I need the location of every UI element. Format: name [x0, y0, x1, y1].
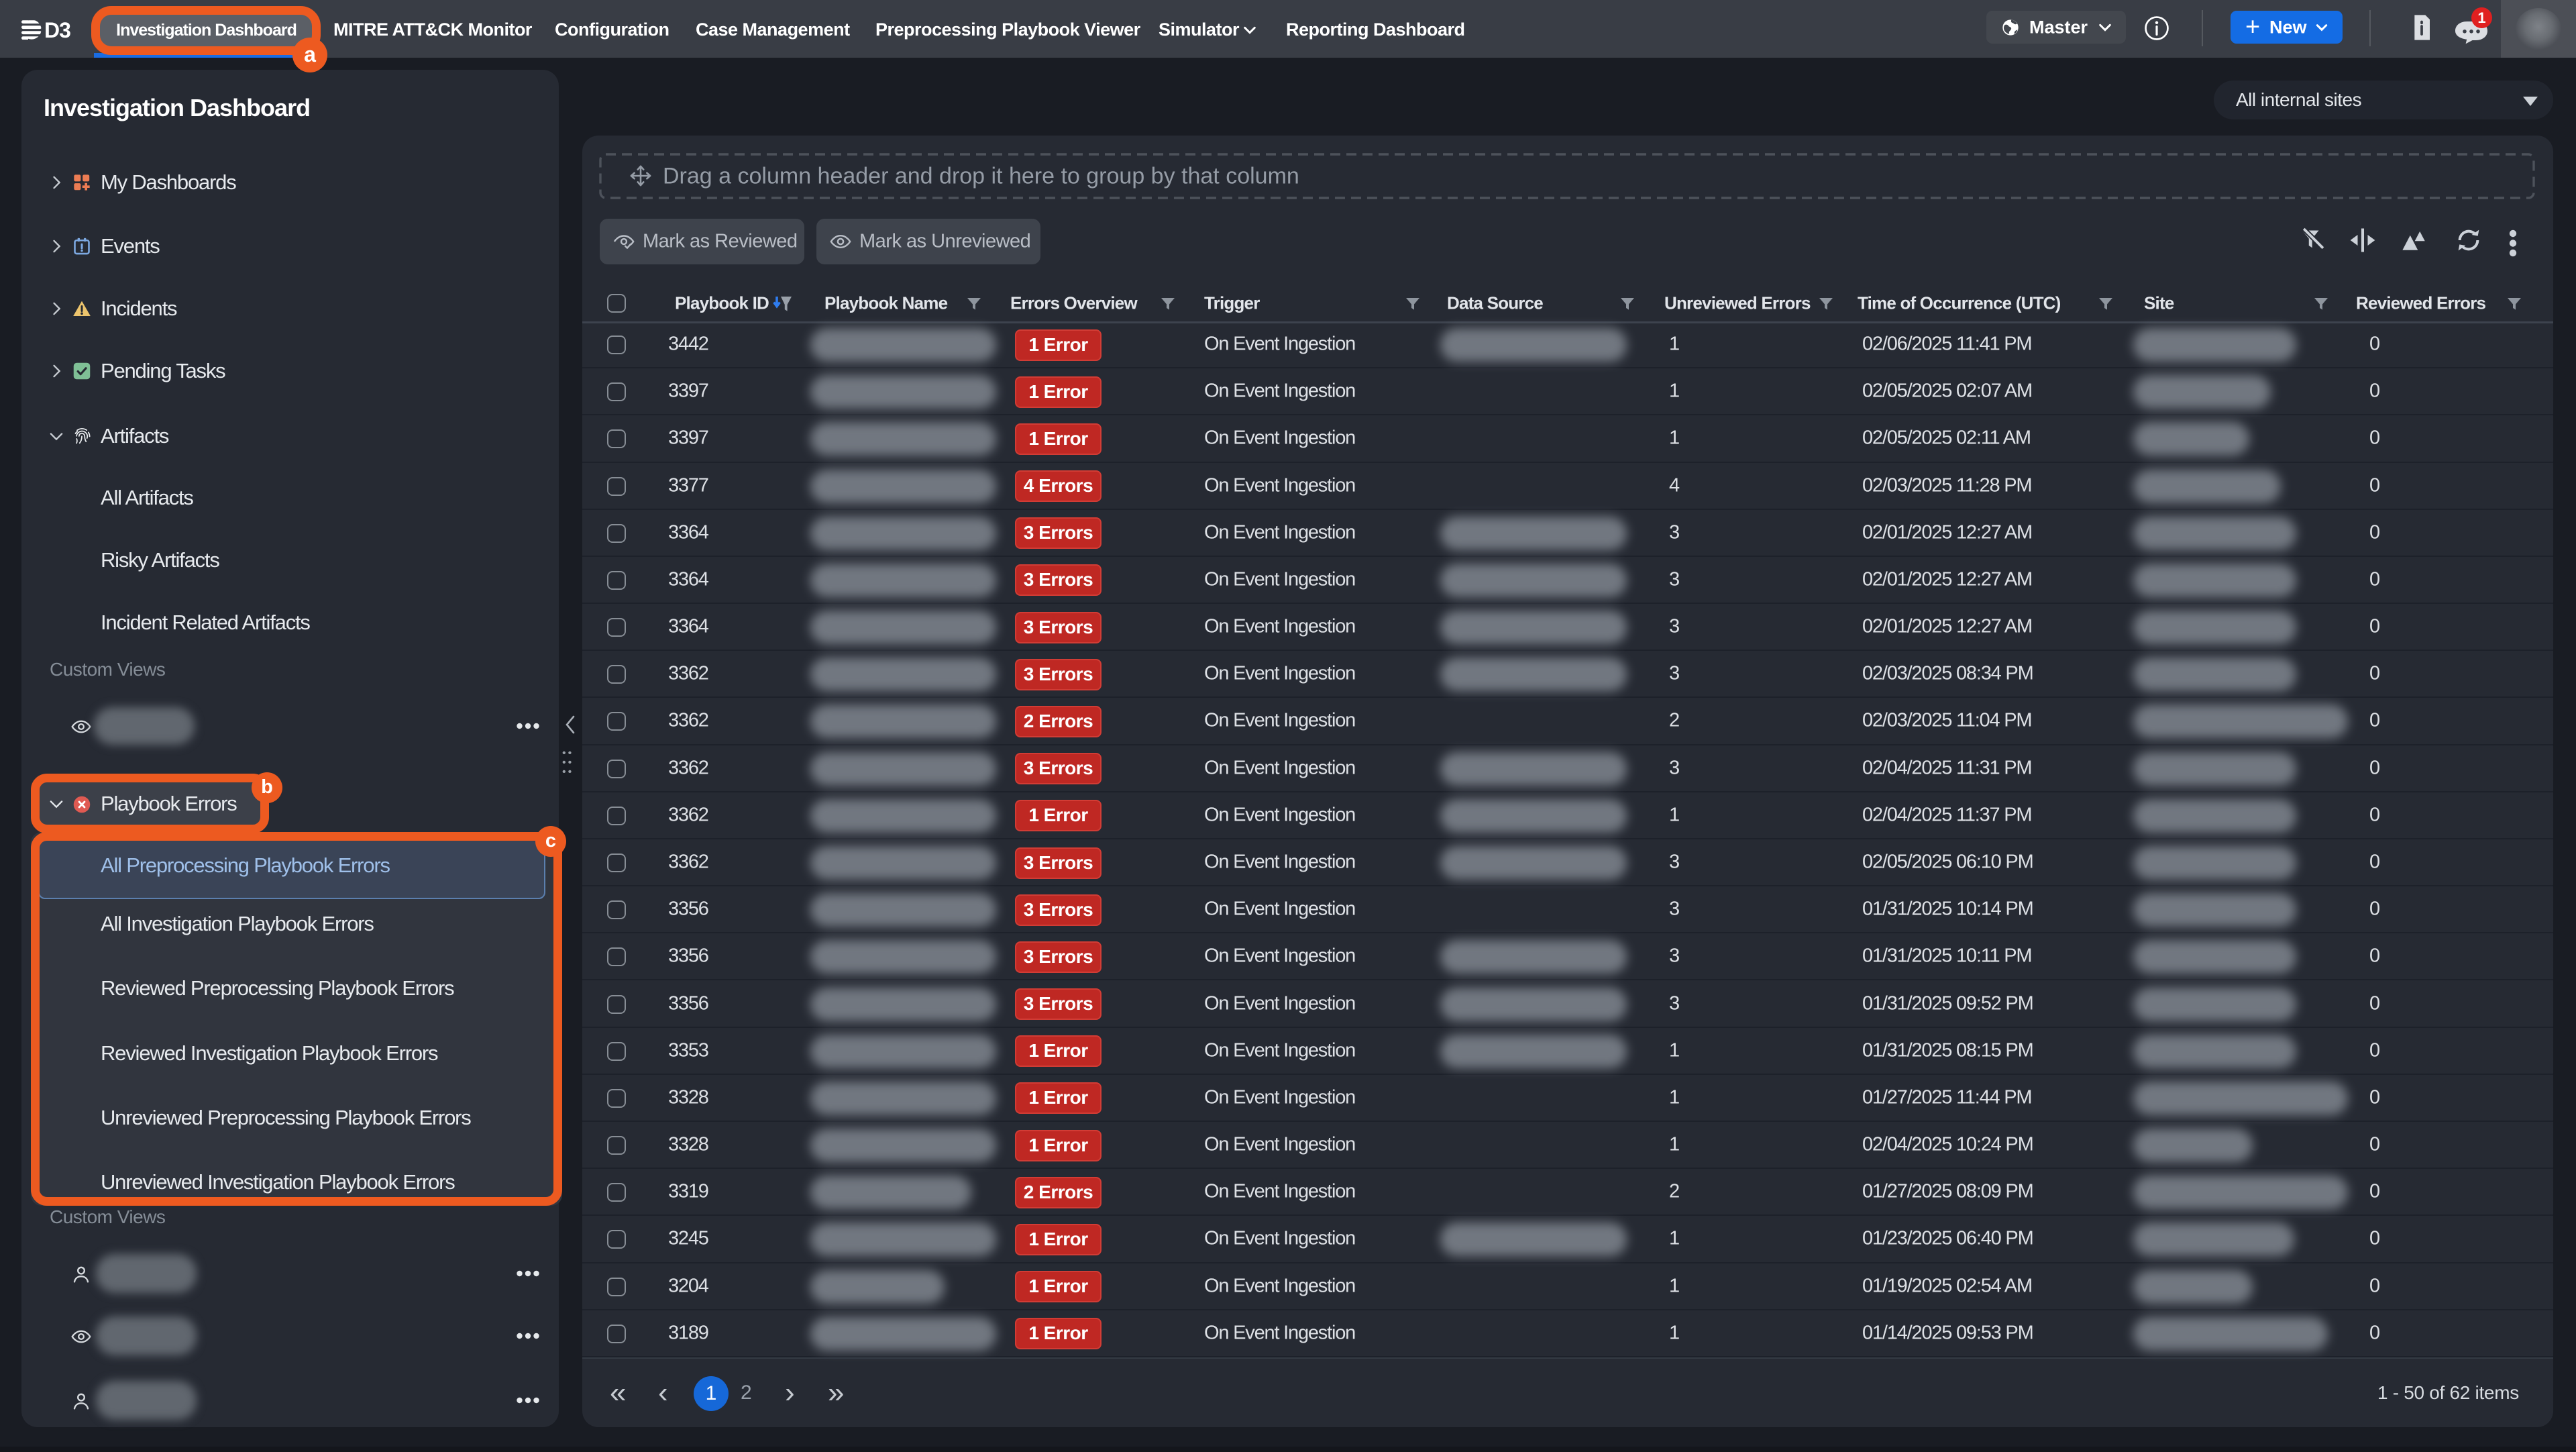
svg-text:D3: D3: [44, 19, 70, 40]
